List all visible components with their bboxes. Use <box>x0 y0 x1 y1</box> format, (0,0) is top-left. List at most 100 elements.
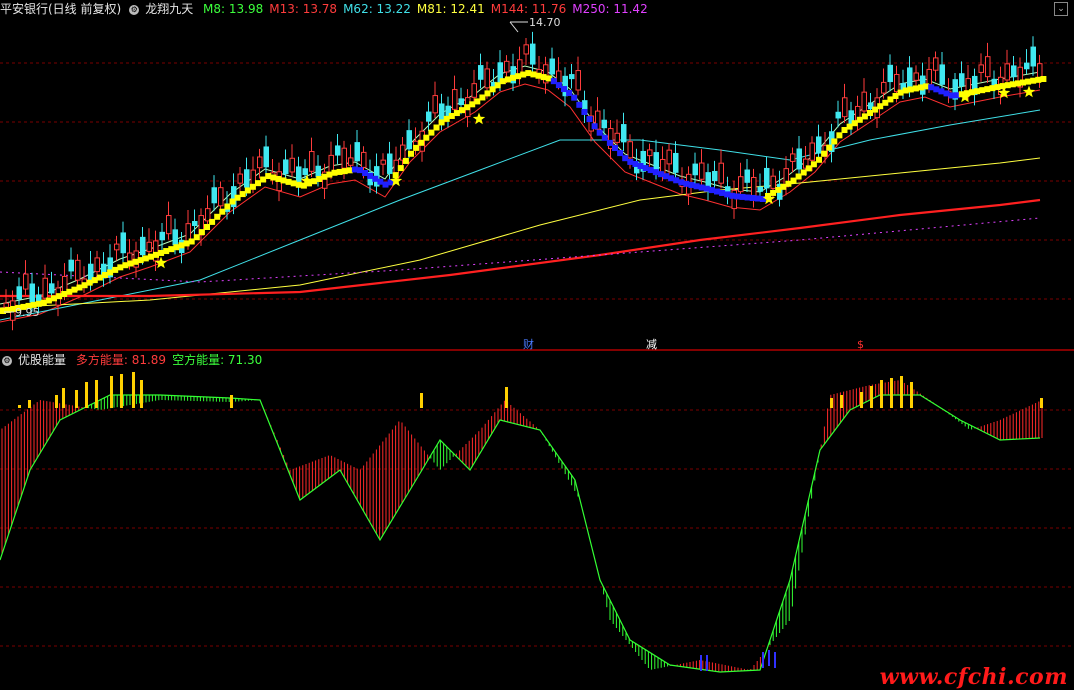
stair-block <box>999 83 1006 90</box>
sub-indicator-title[interactable]: 优股能量 <box>18 353 66 367</box>
stair-block <box>831 138 838 145</box>
peak-bar <box>860 392 863 408</box>
candle-body <box>1004 63 1010 81</box>
candle-body <box>842 97 848 118</box>
stair-block <box>693 183 700 190</box>
peak-bar <box>505 387 508 408</box>
peak-bar <box>420 393 423 408</box>
candle-body <box>861 91 867 112</box>
indicator-title[interactable]: 龙翔九天 <box>145 2 193 16</box>
stair-block <box>586 116 593 123</box>
candle-body <box>549 58 555 75</box>
stair-block <box>729 192 736 199</box>
stair-block <box>933 86 940 93</box>
candle-body <box>49 283 55 294</box>
stair-block <box>821 150 828 157</box>
stair-block <box>795 173 802 180</box>
candle-body <box>114 243 120 251</box>
peak-bar <box>840 395 843 408</box>
energy-sub-panel[interactable] <box>0 372 1043 673</box>
candle-body <box>439 103 445 121</box>
stair-block <box>591 123 598 130</box>
stair-block <box>1009 81 1016 88</box>
peak-bar <box>890 378 893 408</box>
collapse-icon[interactable]: ⌄ <box>1054 2 1068 16</box>
candle-body <box>387 153 393 174</box>
peak-bar <box>900 376 903 408</box>
signal-bar <box>700 655 702 671</box>
event-marker-row: 财 减 $ <box>523 337 864 351</box>
ma8-value: M8: 13.98 <box>203 2 264 16</box>
low-price-label: 9.95 <box>15 306 40 319</box>
stock-title[interactable]: 平安银行(日线 前复权) <box>0 2 121 16</box>
peak-bar <box>830 398 833 408</box>
stair-block <box>402 157 409 164</box>
candle-body <box>120 232 126 254</box>
high-pointer-tail <box>509 21 519 33</box>
candle-body <box>23 273 29 290</box>
candle-body <box>192 220 198 227</box>
candle-body <box>712 170 718 182</box>
stair-block <box>923 83 930 90</box>
candle-body <box>881 81 887 94</box>
candle-body <box>302 168 308 175</box>
candle-body <box>692 163 698 176</box>
candle-body <box>614 132 620 143</box>
star-icon <box>472 112 486 125</box>
candle-body <box>426 111 432 122</box>
signal-bar <box>762 652 764 668</box>
peak-bar <box>75 390 78 408</box>
candle-body <box>153 240 159 262</box>
candle-body <box>744 169 750 183</box>
candle-body <box>484 68 490 89</box>
candle-body <box>926 68 932 85</box>
stair-block <box>744 194 751 201</box>
candle-body <box>218 187 224 207</box>
stair-block <box>816 156 822 163</box>
ma62-line <box>0 109 1041 321</box>
stair-block <box>652 169 659 176</box>
event-marker-dividend[interactable]: $ <box>857 338 864 351</box>
candle-body <box>16 286 22 300</box>
peak-bar <box>140 380 143 408</box>
settings-icon[interactable]: ⚙ <box>129 4 140 15</box>
stair-block <box>122 262 129 269</box>
stair-block <box>566 89 573 96</box>
stair-block <box>805 165 812 172</box>
stair-block <box>642 165 649 172</box>
candle-body <box>569 74 575 80</box>
candle-body <box>887 64 893 83</box>
candle-body <box>673 152 679 173</box>
candle-body <box>146 241 152 252</box>
ma13-line <box>0 83 1041 323</box>
candle-body <box>959 73 965 87</box>
stair-block <box>86 279 93 286</box>
candle-body <box>757 186 763 192</box>
stair-block <box>1030 77 1037 84</box>
event-marker-finance[interactable]: 财 <box>523 337 534 351</box>
stair-block <box>617 150 624 157</box>
candle-body <box>718 162 724 184</box>
candle-body <box>263 146 269 168</box>
peak-bar <box>110 376 113 408</box>
signal-bar <box>706 655 708 671</box>
stair-block <box>897 89 904 96</box>
settings-icon[interactable]: ⚙ <box>2 355 12 366</box>
peak-bar <box>120 374 123 408</box>
candle-body <box>575 70 581 91</box>
candle-body <box>666 149 672 165</box>
candle-body <box>523 44 529 55</box>
candle-body <box>790 153 796 162</box>
candle-body <box>913 72 919 81</box>
peak-bar <box>62 388 65 408</box>
stair-block <box>719 189 726 196</box>
event-marker-reduce[interactable]: 减 <box>646 338 657 351</box>
candle-body <box>94 257 100 273</box>
bear-energy-value: 空方能量: 71.30 <box>172 353 263 367</box>
stock-chart[interactable]: 财 减 $ 14.70 9.95 <box>0 0 1074 690</box>
peak-bar <box>85 382 88 408</box>
candle-body <box>894 73 900 93</box>
ma13-value: M13: 13.78 <box>269 2 338 16</box>
candle-body <box>978 64 984 73</box>
stair-block <box>525 70 532 77</box>
